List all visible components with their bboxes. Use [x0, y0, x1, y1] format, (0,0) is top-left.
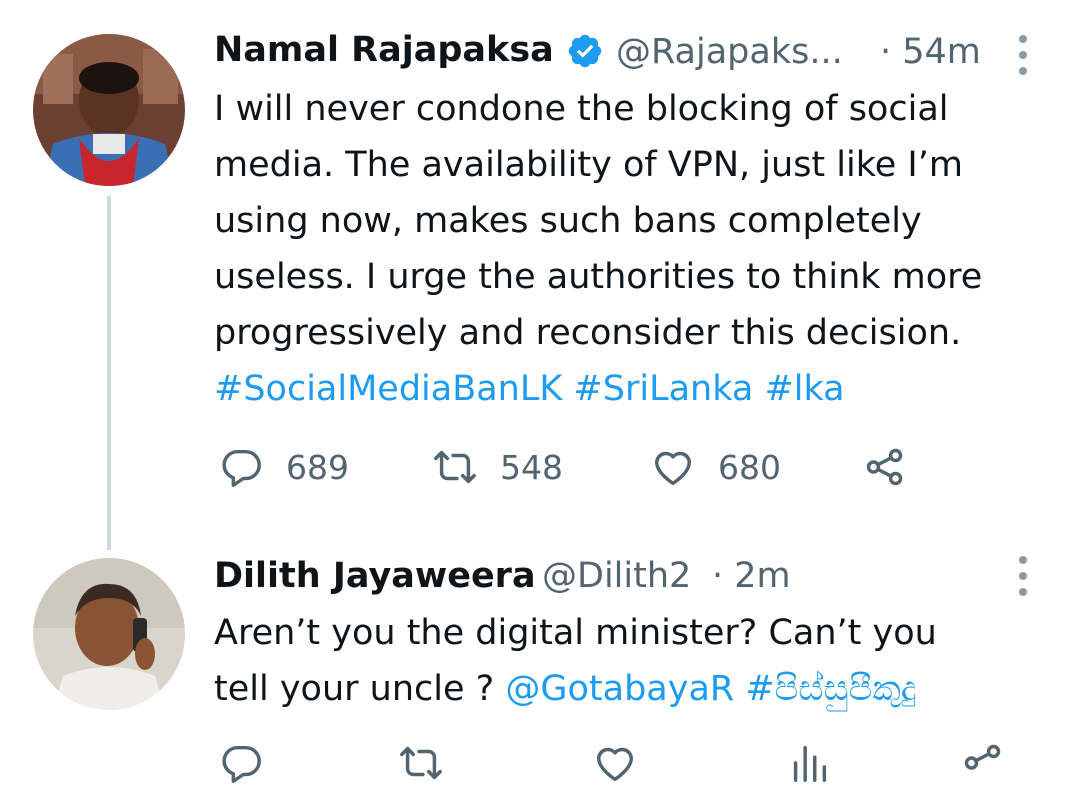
like-button[interactable]: 680	[650, 444, 781, 490]
tweet-text-line: media. The availability of VPN, just lik…	[214, 145, 963, 185]
reply-author-handle[interactable]: @Dilith2	[542, 556, 691, 596]
retweet-count: 548	[500, 447, 563, 487]
tweet-text-line: using now, makes such bans completely	[214, 201, 922, 241]
share-icon	[964, 744, 1001, 770]
share-icon	[866, 448, 903, 486]
thread-connector-line	[107, 196, 111, 550]
avatar-photo	[33, 558, 185, 710]
retweet-icon	[400, 746, 442, 780]
reply-more-icon[interactable]	[1017, 556, 1029, 596]
reply-timestamp[interactable]: · 2m	[712, 556, 791, 596]
views-icon	[793, 745, 827, 782]
tweet-text-line: useless. I urge the authorities to think…	[214, 257, 983, 297]
reply-like-button[interactable]	[592, 740, 638, 786]
more-icon[interactable]	[1017, 35, 1029, 75]
retweet-button[interactable]: 548	[432, 444, 563, 490]
like-count: 680	[718, 447, 781, 487]
author-avatar[interactable]	[33, 34, 185, 186]
reply-mentions[interactable]: @GotabayaR #පිස්සුපීකුදු	[505, 669, 916, 709]
reply-button[interactable]: 689	[218, 444, 349, 490]
tweet-text: I will never condone the blocking of soc…	[214, 81, 982, 417]
avatar-photo	[33, 34, 185, 186]
reply-retweet-button[interactable]	[398, 740, 444, 786]
reply-share-button[interactable]	[960, 740, 1006, 786]
reply-text-line: tell your uncle ?	[214, 669, 506, 709]
reply-count: 689	[286, 447, 349, 487]
author-handle[interactable]: @Rajapaks...	[616, 32, 843, 72]
reply-text-line: Aren’t you the digital minister? Can’t y…	[214, 613, 937, 653]
tweet-text-line: progressively and reconsider this decisi…	[214, 313, 962, 353]
hashtags[interactable]: #SocialMediaBanLK #SriLanka #lka	[214, 361, 982, 417]
like-icon	[596, 747, 634, 782]
author-name[interactable]: Namal Rajapaksa	[214, 30, 554, 70]
retweet-icon	[434, 450, 476, 484]
reply-reply-button[interactable]	[218, 740, 264, 786]
reply-author-name[interactable]: Dilith Jayaweera	[214, 556, 536, 596]
tweet-text-line: I will never condone the blocking of soc…	[214, 89, 949, 129]
share-button[interactable]	[862, 444, 908, 490]
like-icon	[654, 451, 692, 486]
reply-views-button[interactable]	[786, 740, 832, 786]
reply-text: Aren’t you the digital minister? Can’t y…	[214, 605, 937, 717]
reply-icon	[222, 745, 261, 783]
tweet-timestamp[interactable]: · 54m	[880, 32, 981, 72]
reply-icon	[222, 449, 261, 487]
reply-author-avatar[interactable]	[33, 558, 185, 710]
verified-badge-icon	[568, 34, 602, 68]
